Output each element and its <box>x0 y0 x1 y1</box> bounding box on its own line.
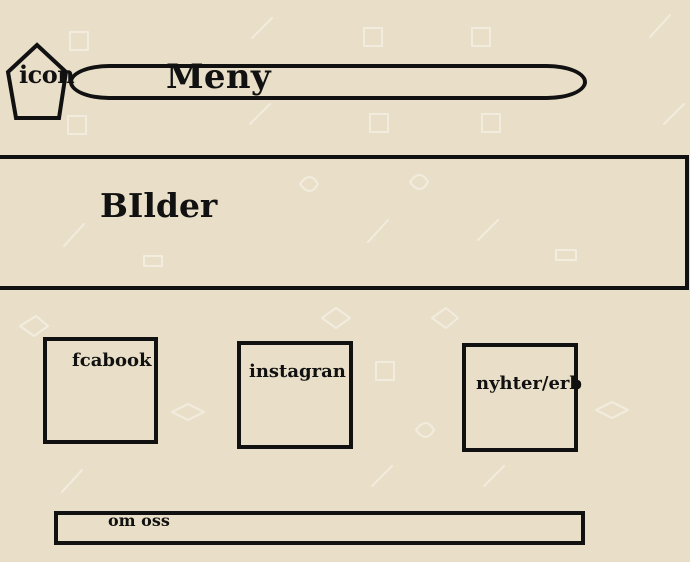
news-tile-label: nyhter/erb <box>476 373 582 394</box>
menu-label: Meny <box>166 57 271 97</box>
instagram-tile-label: instagran <box>249 361 346 382</box>
facebook-tile-label: fcabook <box>72 350 152 371</box>
banner-label: BIlder <box>100 186 218 225</box>
about-label: om oss <box>108 511 170 530</box>
news-tile[interactable] <box>462 343 578 452</box>
logo-label: icon <box>19 60 75 89</box>
instagram-tile[interactable] <box>237 341 353 449</box>
menu-bar[interactable] <box>69 64 587 100</box>
